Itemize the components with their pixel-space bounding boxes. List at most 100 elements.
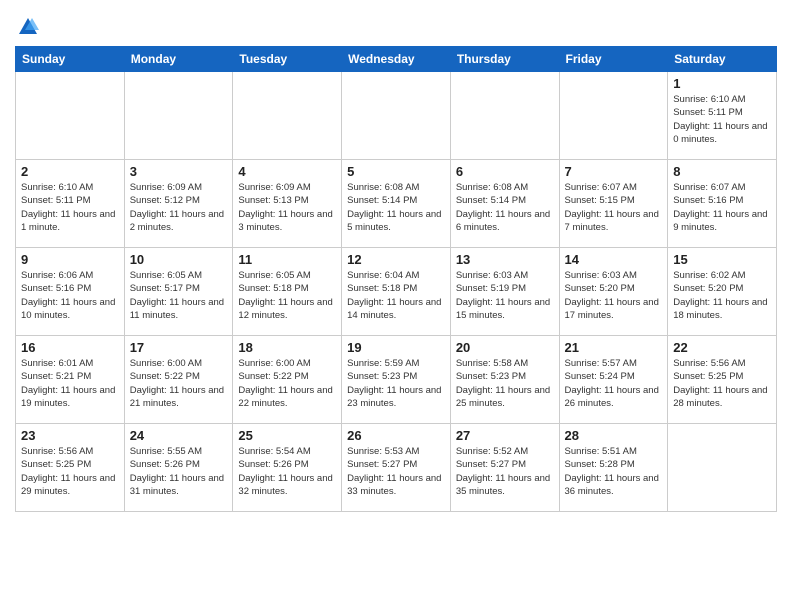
day-info: Sunrise: 6:03 AMSunset: 5:20 PMDaylight:… — [565, 269, 663, 322]
col-header-thursday: Thursday — [450, 47, 559, 72]
day-info: Sunrise: 6:10 AMSunset: 5:11 PMDaylight:… — [21, 181, 119, 234]
day-number: 17 — [130, 340, 228, 355]
calendar-cell: 26 Sunrise: 5:53 AMSunset: 5:27 PMDayligh… — [342, 424, 451, 512]
day-info: Sunrise: 6:01 AMSunset: 5:21 PMDaylight:… — [21, 357, 119, 410]
day-number: 11 — [238, 252, 336, 267]
day-number: 23 — [21, 428, 119, 443]
calendar-cell — [559, 72, 668, 160]
day-info: Sunrise: 5:54 AMSunset: 5:26 PMDaylight:… — [238, 445, 336, 498]
day-number: 9 — [21, 252, 119, 267]
calendar-cell: 16 Sunrise: 6:01 AMSunset: 5:21 PMDayligh… — [16, 336, 125, 424]
day-info: Sunrise: 6:09 AMSunset: 5:12 PMDaylight:… — [130, 181, 228, 234]
calendar-cell: 27 Sunrise: 5:52 AMSunset: 5:27 PMDayligh… — [450, 424, 559, 512]
calendar-cell: 7Sunrise: 6:07 AMSunset: 5:15 PMDaylight… — [559, 160, 668, 248]
col-header-monday: Monday — [124, 47, 233, 72]
calendar-cell: 21Sunrise: 5:57 AMSunset: 5:24 PMDayligh… — [559, 336, 668, 424]
day-info: Sunrise: 5:53 AMSunset: 5:27 PMDaylight:… — [347, 445, 445, 498]
day-info: Sunrise: 6:00 AMSunset: 5:22 PMDaylight:… — [130, 357, 228, 410]
calendar-cell: 22 Sunrise: 5:56 AMSunset: 5:25 PMDayligh… — [668, 336, 777, 424]
day-info: Sunrise: 6:08 AMSunset: 5:14 PMDaylight:… — [456, 181, 554, 234]
calendar-cell — [124, 72, 233, 160]
day-number: 12 — [347, 252, 445, 267]
day-number: 14 — [565, 252, 663, 267]
day-number: 3 — [130, 164, 228, 179]
calendar-cell: 4 Sunrise: 6:09 AMSunset: 5:13 PMDaylight… — [233, 160, 342, 248]
day-number: 22 — [673, 340, 771, 355]
calendar-cell: 13 Sunrise: 6:03 AMSunset: 5:19 PMDayligh… — [450, 248, 559, 336]
calendar-cell: 12Sunrise: 6:04 AMSunset: 5:18 PMDayligh… — [342, 248, 451, 336]
col-header-wednesday: Wednesday — [342, 47, 451, 72]
calendar-cell: 11 Sunrise: 6:05 AMSunset: 5:18 PMDayligh… — [233, 248, 342, 336]
day-number: 26 — [347, 428, 445, 443]
calendar-cell: 17 Sunrise: 6:00 AMSunset: 5:22 PMDayligh… — [124, 336, 233, 424]
calendar-cell: 6 Sunrise: 6:08 AMSunset: 5:14 PMDaylight… — [450, 160, 559, 248]
day-info: Sunrise: 5:59 AMSunset: 5:23 PMDaylight:… — [347, 357, 445, 410]
calendar-table: SundayMondayTuesdayWednesdayThursdayFrid… — [15, 46, 777, 512]
col-header-tuesday: Tuesday — [233, 47, 342, 72]
day-info: Sunrise: 6:03 AMSunset: 5:19 PMDaylight:… — [456, 269, 554, 322]
week-row-4: 16 Sunrise: 6:01 AMSunset: 5:21 PMDayligh… — [16, 336, 777, 424]
calendar-cell: 2 Sunrise: 6:10 AMSunset: 5:11 PMDaylight… — [16, 160, 125, 248]
day-info: Sunrise: 6:06 AMSunset: 5:16 PMDaylight:… — [21, 269, 119, 322]
calendar-cell: 10Sunrise: 6:05 AMSunset: 5:17 PMDayligh… — [124, 248, 233, 336]
day-number: 28 — [565, 428, 663, 443]
calendar-cell: 5 Sunrise: 6:08 AMSunset: 5:14 PMDaylight… — [342, 160, 451, 248]
day-info: Sunrise: 6:07 AMSunset: 5:16 PMDaylight:… — [673, 181, 771, 234]
calendar-cell: 15 Sunrise: 6:02 AMSunset: 5:20 PMDayligh… — [668, 248, 777, 336]
week-row-1: 1 Sunrise: 6:10 AMSunset: 5:11 PMDaylight… — [16, 72, 777, 160]
day-info: Sunrise: 6:08 AMSunset: 5:14 PMDaylight:… — [347, 181, 445, 234]
calendar-header-row: SundayMondayTuesdayWednesdayThursdayFrid… — [16, 47, 777, 72]
calendar-cell — [16, 72, 125, 160]
day-number: 1 — [673, 76, 771, 91]
day-info: Sunrise: 6:00 AMSunset: 5:22 PMDaylight:… — [238, 357, 336, 410]
day-number: 2 — [21, 164, 119, 179]
calendar-cell: 9 Sunrise: 6:06 AMSunset: 5:16 PMDaylight… — [16, 248, 125, 336]
calendar-cell: 23 Sunrise: 5:56 AMSunset: 5:25 PMDayligh… — [16, 424, 125, 512]
calendar-cell: 20 Sunrise: 5:58 AMSunset: 5:23 PMDayligh… — [450, 336, 559, 424]
calendar-cell: 14 Sunrise: 6:03 AMSunset: 5:20 PMDayligh… — [559, 248, 668, 336]
day-info: Sunrise: 6:10 AMSunset: 5:11 PMDaylight:… — [673, 93, 771, 146]
day-number: 7 — [565, 164, 663, 179]
calendar-cell — [450, 72, 559, 160]
logo — [15, 16, 39, 38]
calendar-cell — [233, 72, 342, 160]
day-info: Sunrise: 5:56 AMSunset: 5:25 PMDaylight:… — [21, 445, 119, 498]
day-number: 20 — [456, 340, 554, 355]
day-number: 19 — [347, 340, 445, 355]
col-header-friday: Friday — [559, 47, 668, 72]
calendar-cell: 19 Sunrise: 5:59 AMSunset: 5:23 PMDayligh… — [342, 336, 451, 424]
col-header-sunday: Sunday — [16, 47, 125, 72]
day-info: Sunrise: 5:56 AMSunset: 5:25 PMDaylight:… — [673, 357, 771, 410]
day-number: 4 — [238, 164, 336, 179]
calendar-cell: 3 Sunrise: 6:09 AMSunset: 5:12 PMDaylight… — [124, 160, 233, 248]
calendar-cell: 28 Sunrise: 5:51 AMSunset: 5:28 PMDayligh… — [559, 424, 668, 512]
day-number: 18 — [238, 340, 336, 355]
day-number: 25 — [238, 428, 336, 443]
day-info: Sunrise: 6:02 AMSunset: 5:20 PMDaylight:… — [673, 269, 771, 322]
day-number: 8 — [673, 164, 771, 179]
calendar-cell — [342, 72, 451, 160]
page: SundayMondayTuesdayWednesdayThursdayFrid… — [0, 0, 792, 522]
day-number: 24 — [130, 428, 228, 443]
day-number: 27 — [456, 428, 554, 443]
day-info: Sunrise: 6:05 AMSunset: 5:18 PMDaylight:… — [238, 269, 336, 322]
day-info: Sunrise: 5:51 AMSunset: 5:28 PMDaylight:… — [565, 445, 663, 498]
calendar-cell: 8 Sunrise: 6:07 AMSunset: 5:16 PMDaylight… — [668, 160, 777, 248]
day-info: Sunrise: 6:09 AMSunset: 5:13 PMDaylight:… — [238, 181, 336, 234]
day-number: 5 — [347, 164, 445, 179]
day-number: 15 — [673, 252, 771, 267]
day-number: 6 — [456, 164, 554, 179]
logo-icon — [17, 16, 39, 38]
day-number: 16 — [21, 340, 119, 355]
calendar-cell: 1 Sunrise: 6:10 AMSunset: 5:11 PMDaylight… — [668, 72, 777, 160]
day-info: Sunrise: 5:58 AMSunset: 5:23 PMDaylight:… — [456, 357, 554, 410]
week-row-3: 9 Sunrise: 6:06 AMSunset: 5:16 PMDaylight… — [16, 248, 777, 336]
col-header-saturday: Saturday — [668, 47, 777, 72]
day-info: Sunrise: 5:55 AMSunset: 5:26 PMDaylight:… — [130, 445, 228, 498]
day-info: Sunrise: 5:52 AMSunset: 5:27 PMDaylight:… — [456, 445, 554, 498]
calendar-cell: 18 Sunrise: 6:00 AMSunset: 5:22 PMDayligh… — [233, 336, 342, 424]
day-number: 13 — [456, 252, 554, 267]
header — [15, 10, 777, 38]
day-number: 21 — [565, 340, 663, 355]
calendar-cell: 25 Sunrise: 5:54 AMSunset: 5:26 PMDayligh… — [233, 424, 342, 512]
